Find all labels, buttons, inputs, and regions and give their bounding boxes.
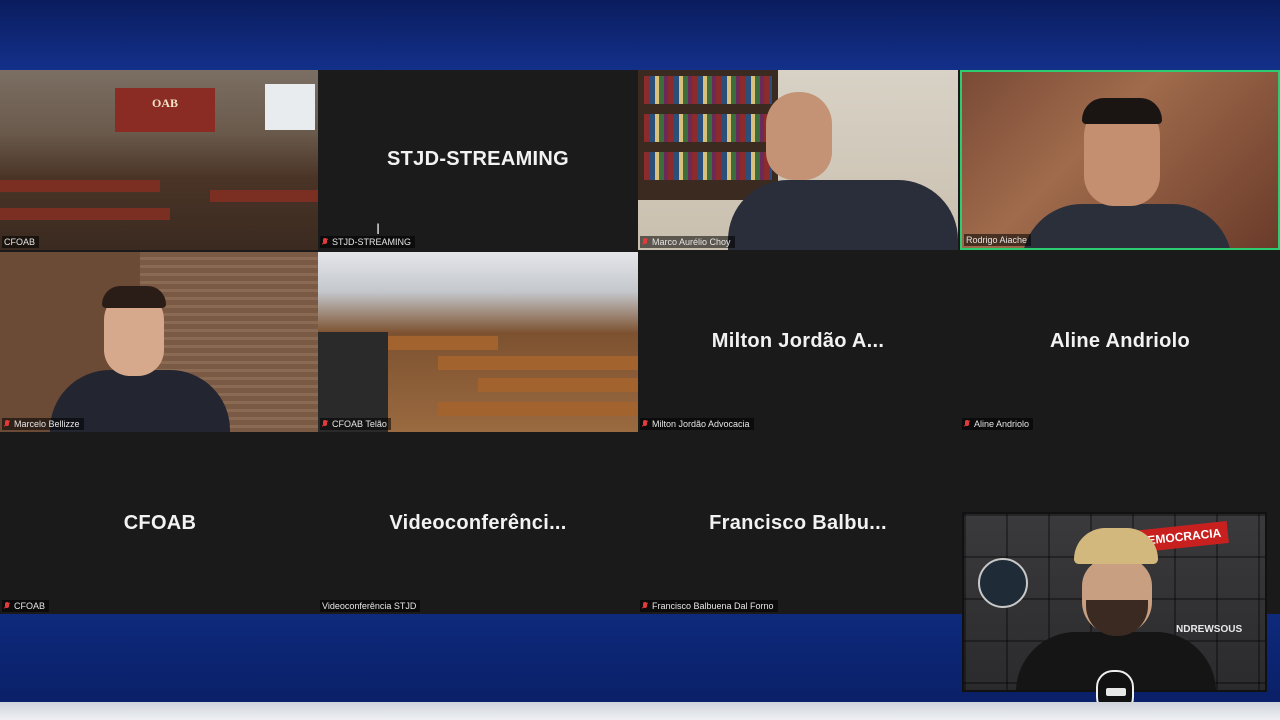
video-tile[interactable]: Marcelo Bellizze <box>0 252 320 432</box>
conference-table <box>0 180 160 192</box>
participant-display-name: CFOAB <box>123 512 197 534</box>
participant-name-label: Aline Andriolo <box>962 418 1034 430</box>
video-feed: OAB <box>0 70 320 250</box>
mic-muted-icon <box>322 238 328 246</box>
streamer-webcam-overlay: DEMOCRACIA NDREWSOUS <box>962 512 1267 692</box>
books <box>644 152 772 180</box>
video-tile[interactable]: STJD-STREAMING STJD-STREAMING <box>318 70 638 250</box>
books <box>644 76 772 104</box>
mic-muted-icon <box>322 420 328 428</box>
video-tile[interactable]: Milton Jordão A... Milton Jordão Advocac… <box>638 252 958 432</box>
bookshelf <box>638 70 778 200</box>
participant-name-label: CFOAB Telão <box>320 418 391 430</box>
participant-display-name: Aline Andriolo <box>1049 330 1191 352</box>
video-feed <box>962 72 1278 248</box>
video-feed <box>318 252 638 432</box>
participant-figure <box>728 180 958 250</box>
participant-display-name: Videoconferênci... <box>389 512 567 534</box>
wall-logo-icon <box>978 558 1028 608</box>
oab-sign: OAB <box>115 88 215 132</box>
streamer-figure <box>1074 528 1158 564</box>
stream-top-band <box>0 0 1280 70</box>
video-tile[interactable]: Marco Aurélio Choy <box>638 70 958 250</box>
hall-desks <box>378 336 498 350</box>
participant-name-label: Rodrigo Aiache <box>964 234 1032 246</box>
conference-table <box>210 190 320 202</box>
mic-muted-icon <box>642 420 648 428</box>
video-tile[interactable]: Francisco Balbu... Francisco Balbuena Da… <box>638 434 958 614</box>
participant-name-label: Milton Jordão Advocacia <box>640 418 754 430</box>
mic-muted-icon <box>4 420 10 428</box>
participant-figure <box>766 92 832 180</box>
participant-name-label: CFOAB <box>2 600 50 612</box>
text-cursor-icon: I <box>376 222 381 238</box>
participant-name-label: Marco Aurélio Choy <box>640 236 735 248</box>
participant-display-name: STJD-STREAMING <box>387 148 569 170</box>
participant-display-name: Francisco Balbu... <box>709 512 887 534</box>
participant-name-label: Marcelo Bellizze <box>2 418 84 430</box>
mic-muted-icon <box>964 420 970 428</box>
hall-desks <box>438 402 638 416</box>
video-feed <box>0 252 320 432</box>
hall-desks <box>478 378 638 392</box>
participant-name-label: Francisco Balbuena Dal Forno <box>640 600 778 612</box>
video-tile[interactable]: Videoconferênci... Videoconferência STJD <box>318 434 638 614</box>
video-tile-active-speaker[interactable]: Rodrigo Aiache <box>960 70 1280 250</box>
wall-handle-text: NDREWSOUS <box>1176 624 1243 635</box>
mic-muted-icon <box>4 602 10 610</box>
video-tile[interactable]: CFOAB Telão <box>318 252 638 432</box>
bottom-strip <box>0 702 1280 720</box>
hall-desks <box>438 356 638 370</box>
participant-display-name: Milton Jordão A... <box>711 330 885 352</box>
audience <box>318 332 388 432</box>
conference-table <box>0 208 170 220</box>
participant-figure <box>102 286 166 308</box>
participant-name-label: STJD-STREAMING <box>320 236 416 248</box>
books <box>644 114 772 142</box>
video-feed <box>638 70 958 250</box>
video-tile[interactable]: CFOAB CFOAB <box>0 434 320 614</box>
participant-name-label: CFOAB <box>2 236 40 248</box>
video-tile[interactable]: OAB CFOAB <box>0 70 320 250</box>
participant-figure <box>1022 204 1232 248</box>
video-tile[interactable]: Aline Andriolo Aline Andriolo <box>960 252 1280 432</box>
mic-muted-icon <box>642 238 648 246</box>
participant-figure <box>1082 98 1162 124</box>
mic-muted-icon <box>642 602 648 610</box>
participant-name-label: Videoconferência STJD <box>320 600 421 612</box>
room-screen <box>265 84 315 130</box>
